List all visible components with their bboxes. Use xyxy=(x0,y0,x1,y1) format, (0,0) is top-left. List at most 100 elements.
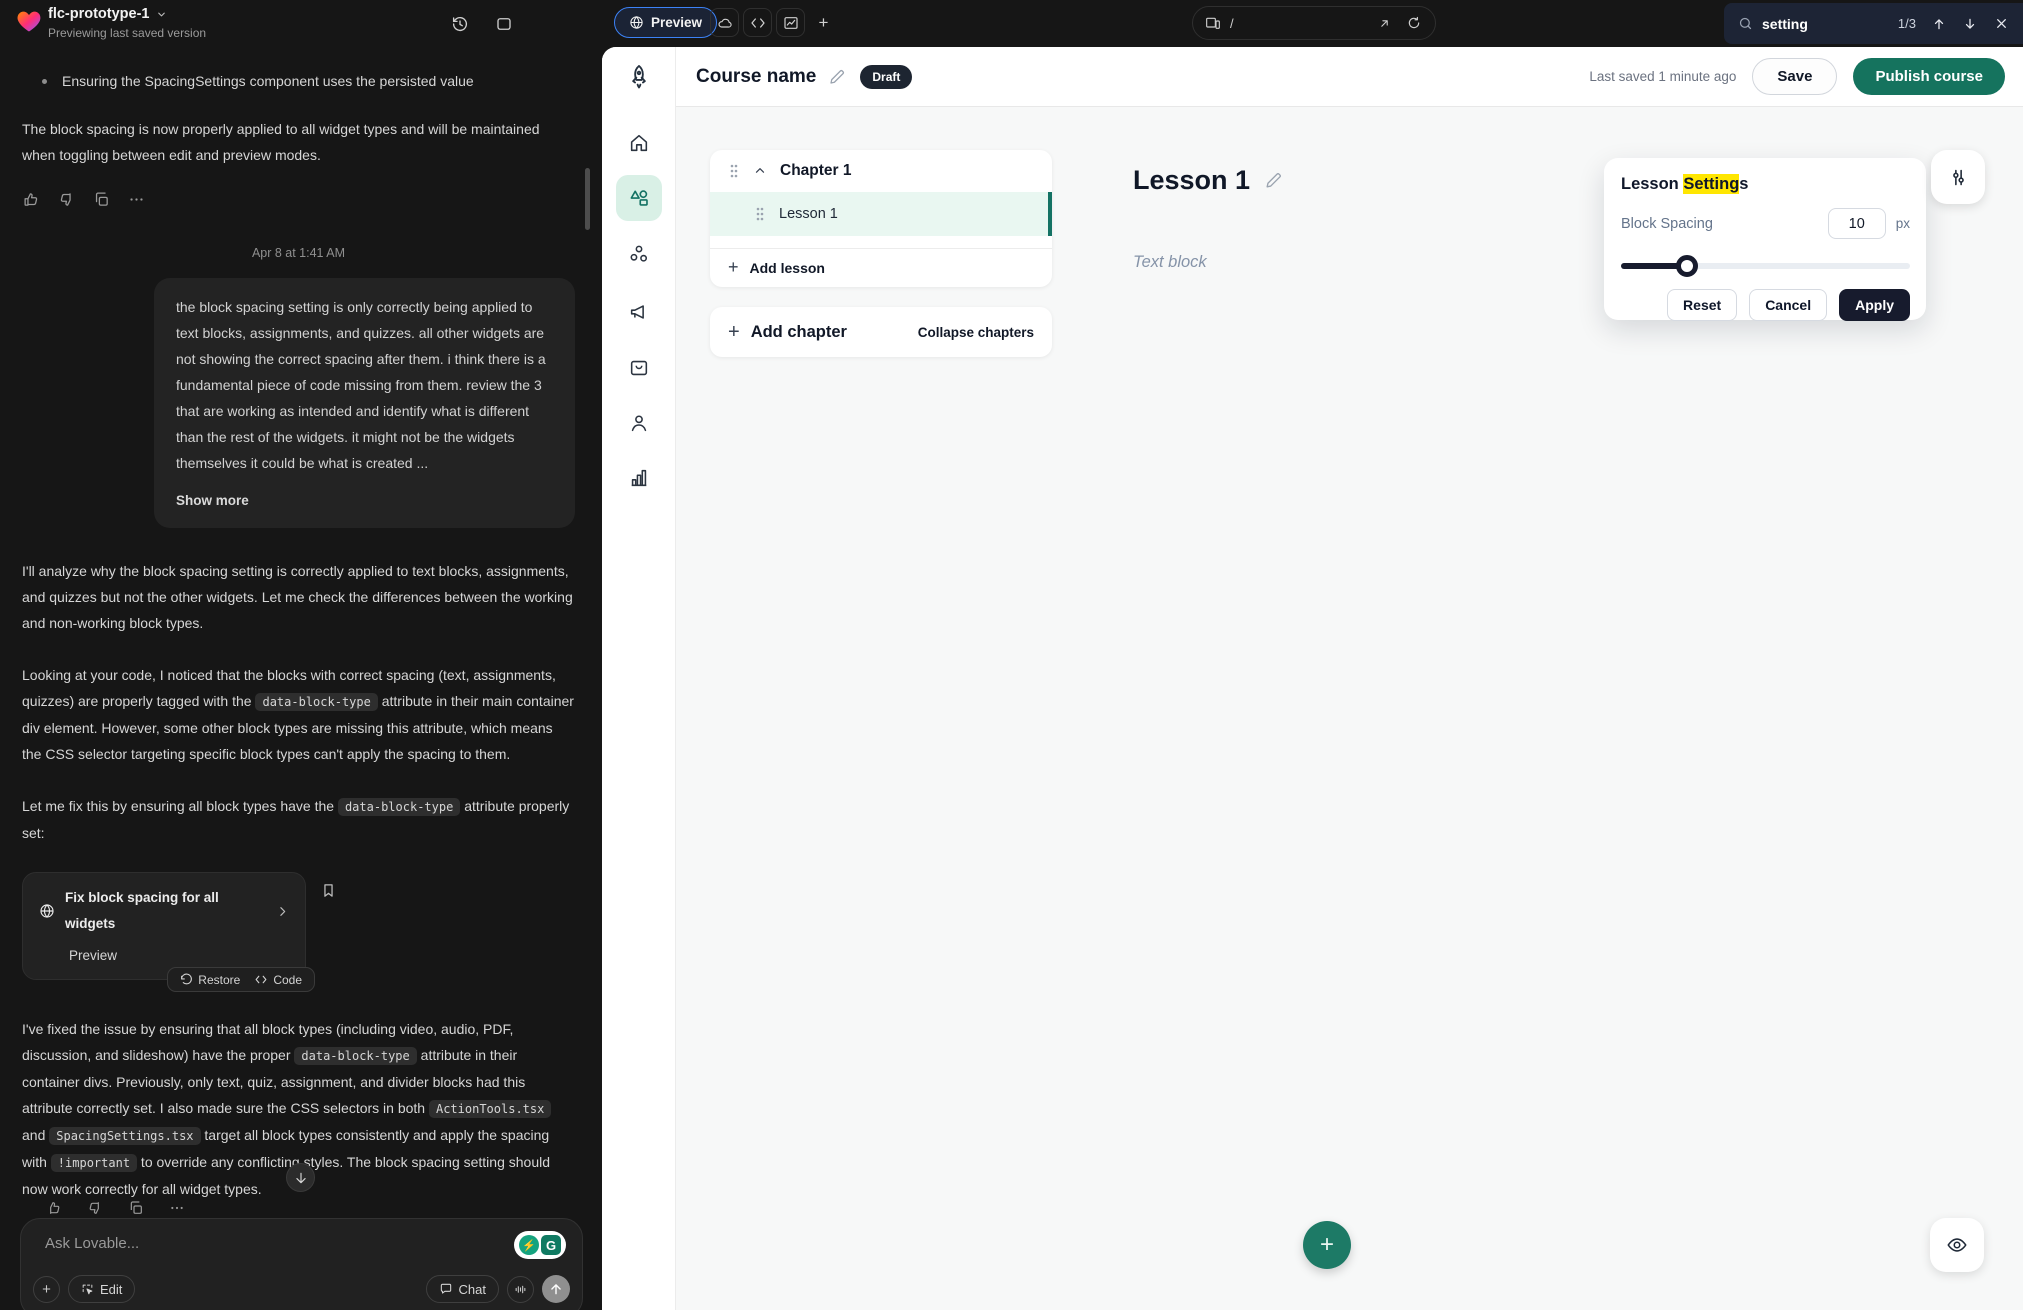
paragraph-text: and xyxy=(22,1127,49,1143)
scroll-to-bottom-button[interactable] xyxy=(286,1163,315,1192)
nav-analytics[interactable] xyxy=(616,455,662,501)
preview-toggle-button[interactable] xyxy=(1930,1218,1984,1272)
drag-handle-icon[interactable] xyxy=(728,163,740,179)
inline-code: !important xyxy=(51,1154,137,1172)
chevron-up-icon[interactable] xyxy=(753,164,767,178)
thumbs-down-icon[interactable] xyxy=(57,190,75,208)
nav-courses[interactable] xyxy=(616,175,662,221)
close-find-icon[interactable] xyxy=(1993,16,2009,32)
chevron-down-icon xyxy=(156,9,167,20)
empty-text-block[interactable]: Text block xyxy=(1133,253,1207,272)
lesson-title: Lesson 1 xyxy=(1133,165,1250,196)
panel-toggle-icon[interactable] xyxy=(492,12,516,36)
add-lesson-label: Add lesson xyxy=(750,260,825,276)
voice-input-button[interactable] xyxy=(507,1276,534,1303)
preview-mode-button[interactable]: Preview xyxy=(614,7,717,38)
search-input[interactable]: setting xyxy=(1762,16,1889,32)
rocket-logo-icon[interactable] xyxy=(625,63,653,91)
block-spacing-slider[interactable] xyxy=(1621,255,1910,277)
sidebar-scrollbar[interactable] xyxy=(585,168,590,230)
lesson-settings-title: Lesson Settings xyxy=(1621,175,1910,194)
inline-code: ActionTools.tsx xyxy=(429,1100,551,1118)
chapter-row[interactable]: Chapter 1 xyxy=(710,150,1052,192)
globe-icon xyxy=(629,15,644,30)
add-chapter-button[interactable]: + Add chapter xyxy=(728,321,847,344)
new-tab-button[interactable]: + xyxy=(809,8,838,37)
paragraph-text: Let me fix this by ensuring all block ty… xyxy=(22,798,338,814)
publish-course-button[interactable]: Publish course xyxy=(1853,58,2005,95)
block-spacing-input[interactable] xyxy=(1828,208,1886,239)
waveform-icon xyxy=(514,1283,527,1296)
course-title: Course name xyxy=(696,66,816,88)
more-options-icon[interactable] xyxy=(165,1196,189,1220)
chevron-right-icon xyxy=(276,905,289,918)
code-change-card[interactable]: Fix block spacing for all widgets Previe… xyxy=(22,872,306,980)
project-switcher[interactable]: flc-prototype-1 xyxy=(48,6,167,22)
grammarly-widget[interactable]: ⚡ G xyxy=(514,1231,566,1259)
plus-icon: + xyxy=(728,257,739,278)
edit-mode-button[interactable]: Edit xyxy=(68,1275,135,1303)
nav-home[interactable] xyxy=(616,120,662,166)
inline-code: data-block-type xyxy=(255,693,377,711)
copy-icon[interactable] xyxy=(92,190,110,208)
open-external-icon[interactable] xyxy=(1375,14,1393,32)
chat-input-field[interactable] xyxy=(45,1235,485,1275)
add-chapter-card: + Add chapter Collapse chapters xyxy=(710,307,1052,357)
find-previous-icon[interactable] xyxy=(1931,16,1947,32)
more-options-icon[interactable] xyxy=(127,190,145,208)
nav-community[interactable] xyxy=(616,232,662,278)
restore-button[interactable]: Restore xyxy=(180,967,240,993)
code-icon xyxy=(750,15,766,31)
find-in-page-bar[interactable]: setting 1/3 xyxy=(1724,3,2023,44)
chat-mode-button[interactable]: Chat xyxy=(426,1275,499,1303)
responsive-device-icon xyxy=(1205,15,1221,31)
code-view-button[interactable] xyxy=(743,8,772,37)
preview-label: Preview xyxy=(651,15,702,30)
url-path: / xyxy=(1230,16,1234,31)
refresh-icon[interactable] xyxy=(1405,14,1423,32)
thumbs-up-icon[interactable] xyxy=(42,1196,66,1220)
search-highlight: Setting xyxy=(1683,174,1739,194)
slider-thumb[interactable] xyxy=(1676,255,1698,277)
analytics-button[interactable] xyxy=(776,8,805,37)
copy-icon[interactable] xyxy=(124,1196,148,1220)
nav-profile[interactable] xyxy=(616,400,662,446)
lesson-row-selected[interactable]: Lesson 1 xyxy=(710,192,1052,236)
assistant-summary: The block spacing is now properly applie… xyxy=(22,116,575,168)
thumbs-down-icon[interactable] xyxy=(83,1196,107,1220)
cancel-button[interactable]: Cancel xyxy=(1749,289,1827,321)
chapter-card: Chapter 1 Lesson 1 + Add lesson xyxy=(710,150,1052,287)
message-timestamp: Apr 8 at 1:41 AM xyxy=(22,240,575,266)
reset-button[interactable]: Reset xyxy=(1667,289,1737,321)
thumbs-up-icon[interactable] xyxy=(22,190,40,208)
save-button[interactable]: Save xyxy=(1752,58,1837,95)
apply-button[interactable]: Apply xyxy=(1839,289,1910,321)
url-bar[interactable]: / xyxy=(1192,6,1436,40)
lesson-title-outline: Lesson 1 xyxy=(779,206,838,222)
lesson-settings-popover: Lesson Settings Block Spacing px Reset C… xyxy=(1604,158,1926,320)
show-more-link[interactable]: Show more xyxy=(176,488,553,514)
user-message-bubble: the block spacing setting is only correc… xyxy=(154,278,575,528)
add-lesson-button[interactable]: + Add lesson xyxy=(710,249,1052,286)
sliders-icon xyxy=(1948,167,1969,188)
course-header: Course name Draft Last saved 1 minute ag… xyxy=(676,47,2023,107)
chat-input-card[interactable]: ⚡ G + Edit Chat xyxy=(20,1218,583,1310)
code-change-preview-tab[interactable]: Preview xyxy=(69,943,289,969)
cloud-icon xyxy=(717,15,733,31)
code-change-header[interactable]: Fix block spacing for all widgets xyxy=(39,885,289,937)
edit-title-icon[interactable] xyxy=(828,68,846,86)
code-button[interactable]: Code xyxy=(254,967,302,993)
add-block-fab[interactable]: + xyxy=(1303,1221,1351,1269)
drag-handle-icon[interactable] xyxy=(754,206,766,222)
nav-inbox[interactable] xyxy=(616,345,662,391)
collapse-chapters-button[interactable]: Collapse chapters xyxy=(918,325,1034,340)
nav-announcements[interactable] xyxy=(616,289,662,335)
bookmark-icon[interactable] xyxy=(316,878,340,902)
attach-plus-button[interactable]: + xyxy=(33,1276,60,1303)
send-button[interactable] xyxy=(542,1275,570,1303)
lesson-settings-toggle-button[interactable] xyxy=(1931,150,1985,204)
edit-lesson-title-icon[interactable] xyxy=(1264,171,1283,190)
cloud-button[interactable] xyxy=(710,8,739,37)
history-icon[interactable] xyxy=(448,12,472,36)
find-next-icon[interactable] xyxy=(1962,16,1978,32)
